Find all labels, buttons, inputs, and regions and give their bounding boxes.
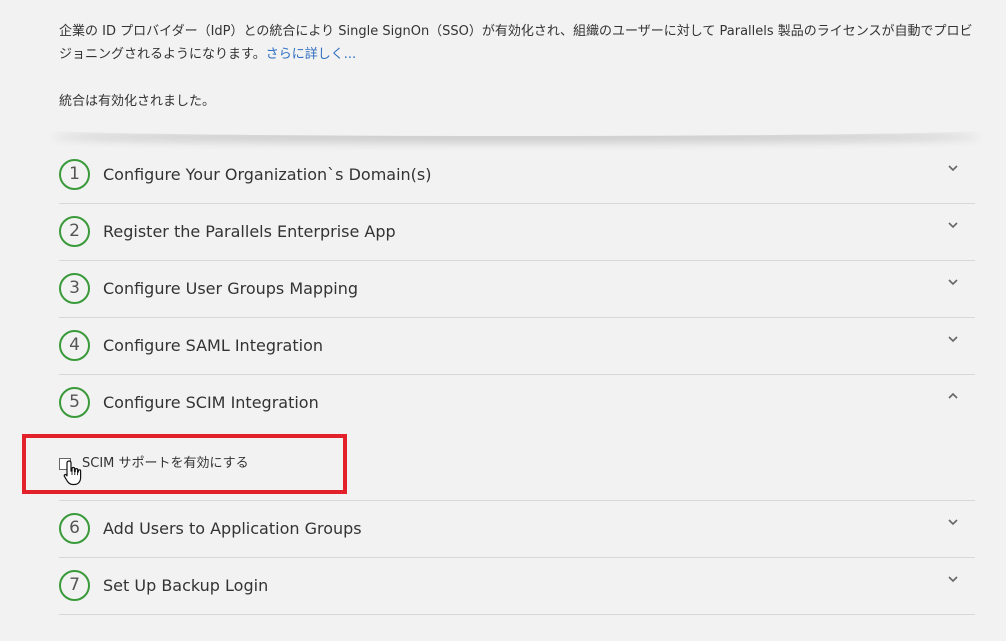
- step-configure-domains[interactable]: 1 Configure Your Organization`s Domain(s…: [59, 147, 975, 204]
- step-number-badge: 2: [59, 216, 90, 247]
- step-user-groups-mapping[interactable]: 3 Configure User Groups Mapping: [59, 261, 975, 318]
- chevron-down-icon[interactable]: [948, 163, 958, 173]
- integration-intro: 企業の ID プロバイダー（IdP）との統合により Single SignOn（…: [0, 0, 1006, 133]
- chevron-down-icon[interactable]: [948, 277, 958, 287]
- step-title: Configure SAML Integration: [103, 336, 323, 355]
- chevron-up-icon[interactable]: [948, 391, 958, 401]
- step-title: Configure User Groups Mapping: [103, 279, 358, 298]
- step-saml-integration[interactable]: 4 Configure SAML Integration: [59, 318, 975, 375]
- intro-description: 企業の ID プロバイダー（IdP）との統合により Single SignOn（…: [59, 20, 974, 66]
- step-number-badge: 5: [59, 387, 90, 418]
- chevron-down-icon[interactable]: [948, 574, 958, 584]
- step-register-app[interactable]: 2 Register the Parallels Enterprise App: [59, 204, 975, 261]
- step-number-badge: 4: [59, 330, 90, 361]
- intro-description-text: 企業の ID プロバイダー（IdP）との統合により Single SignOn（…: [59, 24, 973, 62]
- step-add-users[interactable]: 6 Add Users to Application Groups: [59, 501, 975, 558]
- step-number-badge: 6: [59, 513, 90, 544]
- chevron-down-icon[interactable]: [948, 517, 958, 527]
- learn-more-link[interactable]: さらに詳しく...: [266, 47, 356, 62]
- step-number-badge: 1: [59, 159, 90, 190]
- chevron-down-icon[interactable]: [948, 220, 958, 230]
- intro-separator-shadow: [52, 124, 980, 136]
- step-title: Set Up Backup Login: [103, 576, 269, 595]
- step-number-badge: 7: [59, 570, 90, 601]
- step-number-badge: 3: [59, 273, 90, 304]
- setup-steps-list: 1 Configure Your Organization`s Domain(s…: [59, 147, 975, 615]
- hand-cursor-icon: [63, 460, 82, 486]
- step-title: Configure SCIM Integration: [103, 393, 319, 412]
- step-title: Add Users to Application Groups: [103, 519, 362, 538]
- step-backup-login[interactable]: 7 Set Up Backup Login: [59, 558, 975, 615]
- step-title: Register the Parallels Enterprise App: [103, 222, 396, 241]
- chevron-down-icon[interactable]: [948, 334, 958, 344]
- integration-status-text: 統合は有効化されました。: [59, 94, 216, 109]
- step-title: Configure Your Organization`s Domain(s): [103, 165, 432, 184]
